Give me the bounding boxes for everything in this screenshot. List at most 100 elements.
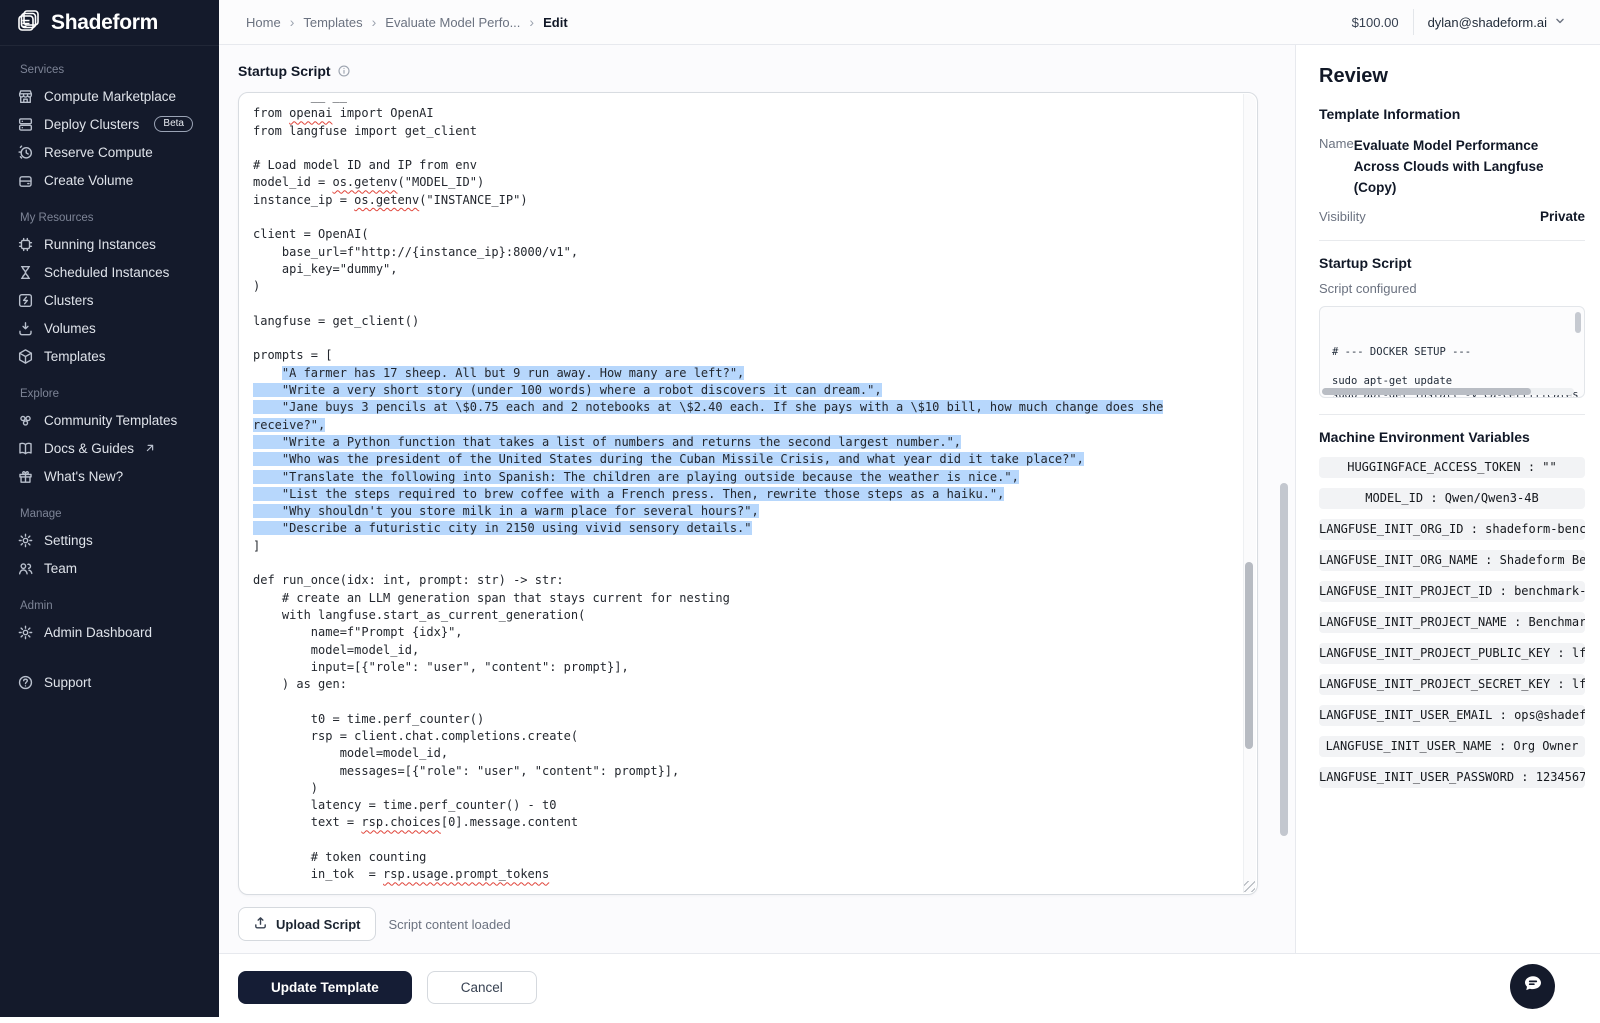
sidebar-item-label: Templates [44, 349, 106, 364]
breadcrumb-home[interactable]: Home [246, 15, 281, 30]
sidebar-item-clusters[interactable]: Clusters [0, 286, 219, 314]
editor-content: __ __from openai import OpenAIfrom langf… [239, 93, 1244, 894]
sidebar-item-label: Compute Marketplace [44, 89, 176, 104]
sidebar-item-label: Create Volume [44, 173, 133, 188]
breadcrumb-separator: › [372, 14, 377, 30]
sidebar-item-running-instances[interactable]: Running Instances [0, 230, 219, 258]
sidebar-item-label: Community Templates [44, 413, 177, 428]
sidebar-item-label: Running Instances [44, 237, 156, 252]
book-icon [17, 440, 34, 457]
preview-hscroll-track[interactable] [1322, 388, 1574, 395]
sidebar-item-label: Reserve Compute [44, 145, 153, 160]
upload-icon [253, 915, 268, 933]
breadcrumb-separator: › [290, 14, 295, 30]
script-status: Script configured [1319, 281, 1585, 296]
topbar-divider [1413, 9, 1414, 35]
topbar: Home › Templates › Evaluate Model Perfo... › E… [219, 0, 1600, 45]
startup-script-editor[interactable]: __ __from openai import OpenAIfrom langf… [238, 92, 1258, 895]
review-panel: Review Template Information Name Evaluat… [1296, 45, 1600, 953]
divider [1319, 240, 1585, 241]
hourglass-icon [17, 264, 34, 281]
chip-icon [17, 236, 34, 253]
info-icon[interactable] [337, 64, 351, 78]
app-column: Home › Templates › Evaluate Model Perfo... › E… [219, 0, 1600, 1017]
upload-status-text: Script content loaded [389, 917, 511, 932]
section-label: Services [0, 60, 219, 82]
chat-bubble-icon [1521, 972, 1545, 1001]
editor-scrollbar-thumb[interactable] [1245, 562, 1253, 749]
logo[interactable]: Shadeform [0, 0, 219, 46]
env-var-langfuse-init-org-name: LANGFUSE_INIT_ORG_NAME : Shadeform Bench… [1319, 550, 1585, 571]
cube-icon [17, 348, 34, 365]
account-balance: $100.00 [1352, 15, 1399, 30]
logo-text: Shadeform [51, 11, 158, 35]
breadcrumb-edit: Edit [543, 15, 568, 30]
env-var-model-id: MODEL_ID : Qwen/Qwen3-4B [1319, 488, 1585, 509]
code-text: __ __from openai import OpenAIfrom langf… [239, 93, 1244, 892]
sidebar-item-label: Team [44, 561, 77, 576]
visibility-label: Visibility [1319, 209, 1366, 224]
team-icon [17, 560, 34, 577]
beta-badge: Beta [154, 116, 193, 132]
sidebar-item-docs-guides[interactable]: Docs & Guides [0, 434, 219, 462]
content-area: Startup Script __ __from openai import O… [219, 45, 1600, 953]
editor-scrollbar[interactable] [1243, 94, 1256, 893]
clipped-line: __ __ [253, 93, 1238, 105]
gift-icon [17, 468, 34, 485]
sidebar-item-settings[interactable]: Settings [0, 526, 219, 554]
sidebar-item-label: Docs & Guides [44, 441, 134, 456]
env-var-langfuse-init-project-public-key: LANGFUSE_INIT_PROJECT_PUBLIC_KEY : lf_pk… [1319, 643, 1585, 664]
upload-script-button[interactable]: Upload Script [238, 907, 376, 941]
sidebar-item-compute-marketplace[interactable]: Compute Marketplace [0, 82, 219, 110]
sidebar-item-label: Support [44, 675, 91, 690]
support-chat-button[interactable] [1510, 964, 1555, 1009]
external-link-icon [144, 442, 156, 454]
sidebar-item-volumes[interactable]: Volumes [0, 314, 219, 342]
env-var-langfuse-init-org-id: LANGFUSE_INIT_ORG_ID : shadeform-benchma… [1319, 519, 1585, 540]
breadcrumb-evaluate-model-perfo[interactable]: Evaluate Model Perfo... [385, 15, 520, 30]
sidebar-item-label: Scheduled Instances [44, 265, 169, 280]
help-icon [17, 674, 34, 691]
divider [1319, 414, 1585, 415]
cancel-button[interactable]: Cancel [427, 971, 537, 1004]
script-preview[interactable]: # --- DOCKER SETUP --- sudo apt-get upda… [1319, 306, 1585, 398]
sidebar-item-scheduled-instances[interactable]: Scheduled Instances [0, 258, 219, 286]
sidebar-item-create-volume[interactable]: Create Volume [0, 166, 219, 194]
sidebar-item-label: What's New? [44, 469, 123, 484]
breadcrumb-templates[interactable]: Templates [303, 15, 362, 30]
sidebar-item-reserve-compute[interactable]: Reserve Compute [0, 138, 219, 166]
account-email: dylan@shadeform.ai [1428, 15, 1547, 30]
visibility-value: Private [1540, 209, 1585, 224]
account-menu[interactable]: dylan@shadeform.ai [1428, 14, 1567, 31]
sidebar-item-team[interactable]: Team [0, 554, 219, 582]
section-label: Explore [0, 384, 219, 406]
preview-hscroll-thumb[interactable] [1322, 388, 1531, 395]
env-var-list: HUGGINGFACE_ACCESS_TOKEN : ""MODEL_ID : … [1319, 457, 1585, 788]
update-template-button[interactable]: Update Template [238, 971, 412, 1004]
sidebar-item-label: Settings [44, 533, 93, 548]
chevron-down-icon [1553, 14, 1567, 31]
upload-button-label: Upload Script [276, 917, 361, 932]
sidebar-item-deploy-clusters[interactable]: Deploy Clusters Beta [0, 110, 219, 138]
editor-resize-grip[interactable] [1244, 881, 1255, 892]
sidebar-section-manage: ManageSettingsTeam [0, 504, 219, 582]
page-scrollbar-thumb[interactable] [1280, 483, 1288, 836]
template-name-value: Evaluate Model Performance Across Clouds… [1354, 136, 1585, 199]
sidebar-item-label: Volumes [44, 321, 96, 336]
sidebar: Shadeform Services Compute Marketplace Dep… [0, 0, 219, 1017]
section-title: Startup Script [238, 63, 331, 79]
cluster-icon [17, 292, 34, 309]
reserve-clock-icon [17, 144, 34, 161]
sidebar-item-what-s-new[interactable]: What's New? [0, 462, 219, 490]
sidebar-item-label: Deploy Clusters [44, 117, 139, 132]
sidebar-item-community-templates[interactable]: Community Templates [0, 406, 219, 434]
review-title: Review [1319, 65, 1585, 88]
sidebar-item-support[interactable]: Support [0, 668, 219, 696]
sidebar-item-templates[interactable]: Templates [0, 342, 219, 370]
drive-icon [17, 172, 34, 189]
preview-vscroll-thumb[interactable] [1575, 312, 1581, 333]
breadcrumb-separator: › [529, 14, 534, 30]
section-label: Admin [0, 596, 219, 618]
env-var-langfuse-init-user-password: LANGFUSE_INIT_USER_PASSWORD : 12345678 [1319, 767, 1585, 788]
sidebar-item-admin-dashboard[interactable]: Admin Dashboard [0, 618, 219, 646]
